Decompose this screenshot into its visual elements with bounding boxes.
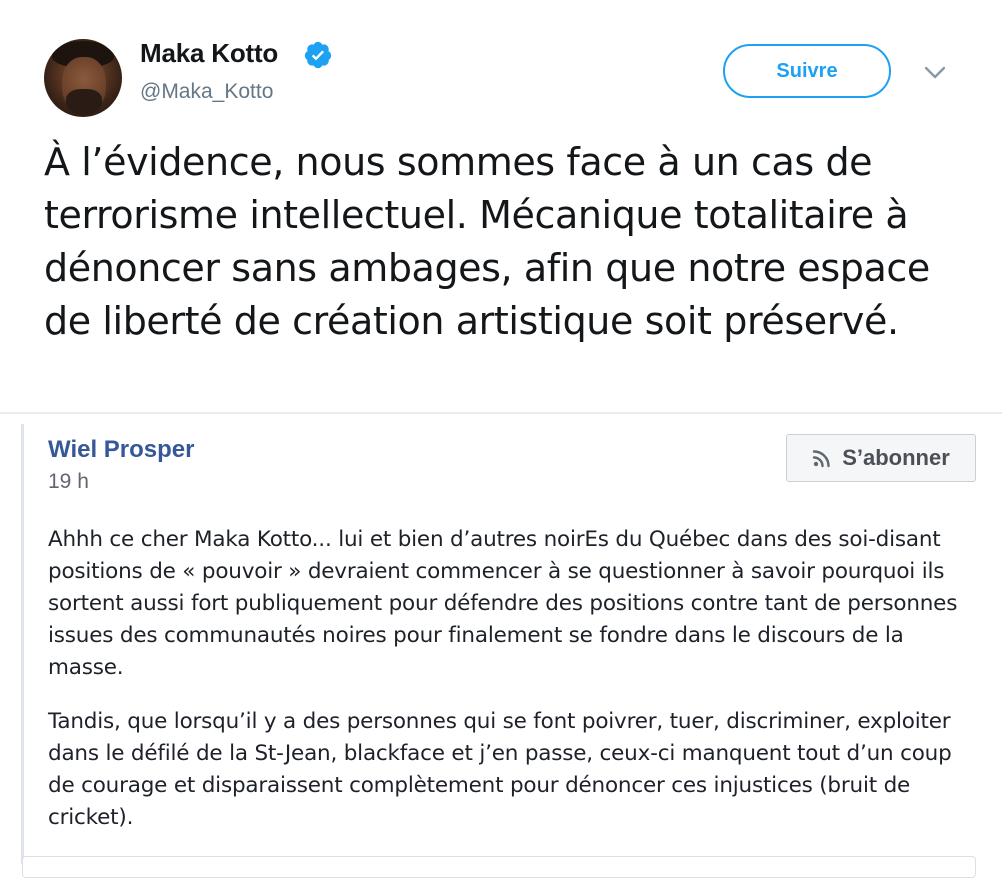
facebook-post: Wiel Prosper 19 h S’abonner Ahhh ce cher… bbox=[21, 424, 984, 864]
follow-button[interactable]: Suivre bbox=[723, 44, 891, 98]
user-handle[interactable]: @Maka_Kotto bbox=[140, 80, 273, 104]
tweet-text: À l’évidence, nous sommes face à un cas … bbox=[44, 140, 930, 343]
display-name[interactable]: Maka Kotto bbox=[140, 38, 278, 69]
divider bbox=[0, 412, 1002, 414]
tweet-card: Maka Kotto @Maka_Kotto Suivre À l’éviden… bbox=[0, 0, 1002, 412]
rss-icon bbox=[813, 450, 830, 468]
next-card-edge bbox=[22, 856, 976, 878]
chevron-down-icon[interactable] bbox=[922, 62, 948, 82]
post-paragraph: Ahhh ce cher Maka Kotto... lui et bien d… bbox=[48, 527, 958, 680]
subscribe-button[interactable]: S’abonner bbox=[786, 434, 976, 482]
subscribe-label: S’abonner bbox=[842, 445, 950, 470]
post-author[interactable]: Wiel Prosper bbox=[48, 436, 195, 464]
verified-badge-icon bbox=[304, 41, 332, 69]
avatar-beard bbox=[66, 89, 102, 115]
post-timestamp[interactable]: 19 h bbox=[48, 470, 89, 494]
avatar[interactable] bbox=[44, 39, 122, 117]
post-paragraph: Tandis, que lorsqu’il y a des personnes … bbox=[48, 709, 952, 830]
